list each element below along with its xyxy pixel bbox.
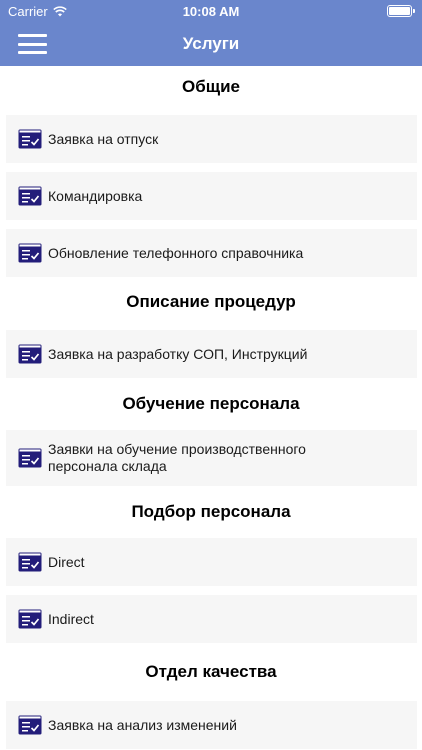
section-header: Описание процедур	[126, 292, 296, 311]
list-item[interactable]: Indirect	[6, 595, 417, 643]
list-item-label: Заявка на анализ изменений	[48, 716, 237, 733]
service-request-icon	[18, 715, 42, 735]
list-item[interactable]: Командировка	[6, 172, 417, 220]
services-list[interactable]: Общие Заявка на отпуск Командировка Обно…	[0, 66, 422, 750]
section-header: Обучение персонала	[122, 394, 300, 413]
service-request-icon	[18, 129, 42, 149]
battery-icon	[387, 5, 415, 17]
service-request-icon	[18, 186, 42, 206]
list-item[interactable]: Заявки на обучение производственного пер…	[6, 430, 417, 486]
service-request-icon	[18, 344, 42, 364]
list-item[interactable]: Заявка на анализ изменений	[6, 701, 417, 749]
service-request-icon	[18, 243, 42, 263]
section-header: Отдел качества	[145, 662, 277, 681]
service-request-icon	[18, 609, 42, 629]
service-request-icon	[18, 448, 42, 468]
status-bar: Carrier 10:08 AM	[0, 0, 422, 22]
navigation-bar: Услуги	[0, 22, 422, 66]
list-item[interactable]: Direct	[6, 538, 417, 586]
section-header: Подбор персонала	[131, 502, 291, 521]
list-item-label: Indirect	[48, 610, 94, 627]
section-header: Общие	[182, 77, 240, 96]
list-item-label: Direct	[48, 553, 85, 570]
list-item-label: Заявка на разработку СОП, Инструкций	[48, 345, 308, 362]
list-item-label: Заявка на отпуск	[48, 130, 159, 147]
page-title: Услуги	[182, 34, 240, 53]
service-request-icon	[18, 552, 42, 572]
list-item-label: Командировка	[48, 187, 143, 204]
list-item[interactable]: Обновление телефонного справочника	[6, 229, 417, 277]
list-item[interactable]: Заявка на разработку СОП, Инструкций	[6, 330, 417, 378]
list-item[interactable]: Заявка на отпуск	[6, 115, 417, 163]
list-item-label: Обновление телефонного справочника	[48, 244, 304, 261]
list-item-label: Заявки на обучение производственного пер…	[48, 441, 306, 474]
status-time: 10:08 AM	[182, 4, 240, 19]
